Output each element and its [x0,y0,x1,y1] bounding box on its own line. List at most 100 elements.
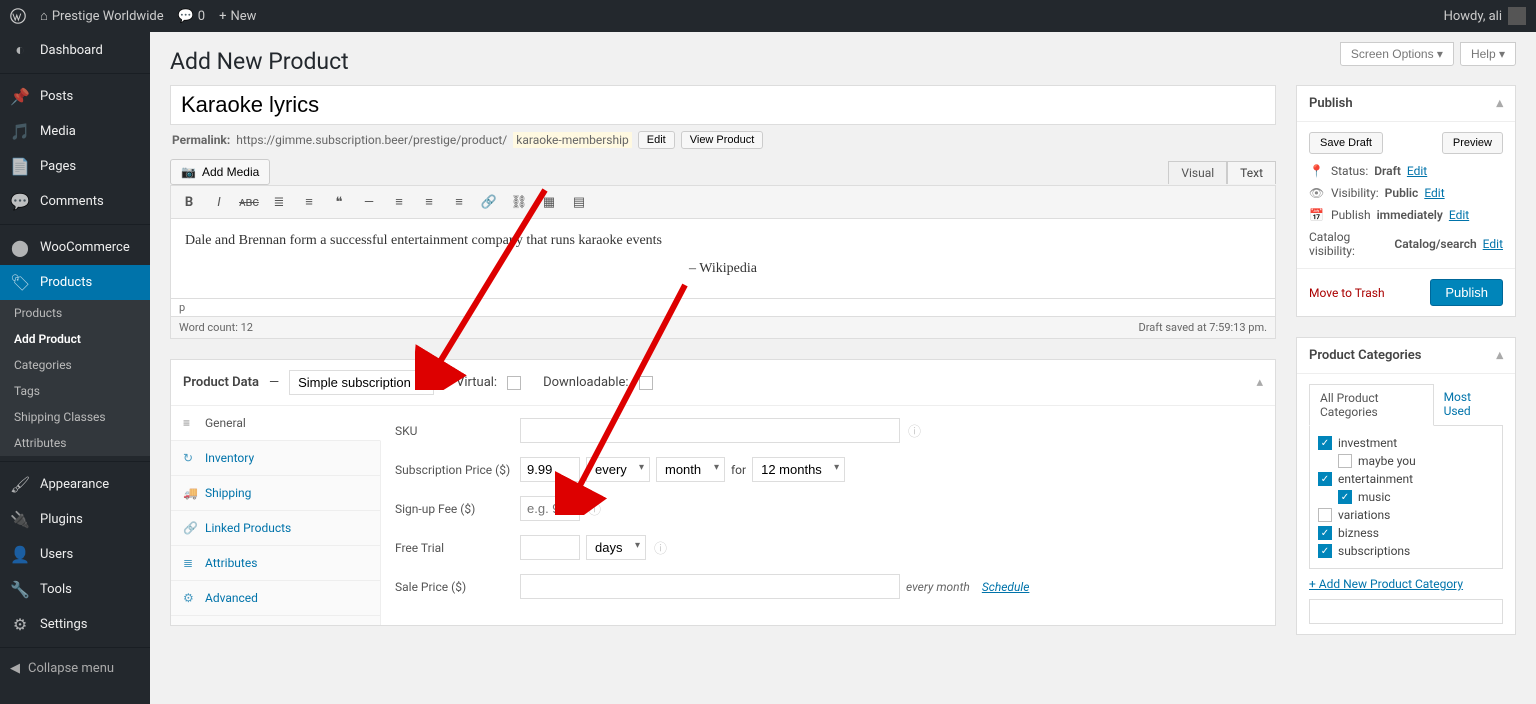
hr-icon[interactable]: — [357,190,381,214]
more-icon[interactable]: ▦ [537,190,561,214]
howdy-user[interactable]: Howdy, ali [1444,7,1526,25]
sidebar-item-appearance[interactable]: 🖌Appearance [0,467,150,502]
category-checkbox[interactable] [1338,490,1352,504]
free-trial-unit-select[interactable]: days [586,535,646,560]
number-list-icon[interactable]: ≡ [297,190,321,214]
add-new-category-link[interactable]: + Add New Product Category [1309,577,1463,591]
virtual-checkbox[interactable] [507,376,521,390]
submenu-categories[interactable]: Categories [0,352,150,378]
pd-tab-attributes[interactable]: ≣Attributes [171,546,380,581]
new-content-link[interactable]: + New [219,9,256,24]
submenu-add-product[interactable]: Add Product [0,326,150,352]
align-right-icon[interactable]: ≡ [447,190,471,214]
pd-tab-linked[interactable]: 🔗Linked Products [171,511,380,546]
link-icon[interactable]: 🔗 [477,190,501,214]
category-item[interactable]: entertainment [1318,470,1494,488]
category-item[interactable]: music [1318,488,1494,506]
category-checkbox[interactable] [1318,508,1332,522]
move-to-trash-link[interactable]: Move to Trash [1309,286,1385,300]
downloadable-checkbox[interactable] [639,376,653,390]
visibility-value: Public [1385,186,1419,200]
submenu-products[interactable]: Products [0,300,150,326]
submenu-tags[interactable]: Tags [0,378,150,404]
sidebar-item-woocommerce[interactable]: ⬤WooCommerce [0,230,150,265]
edit-publish-link[interactable]: Edit [1449,208,1469,222]
category-item[interactable]: maybe you [1318,452,1494,470]
signup-fee-input[interactable] [520,496,580,521]
sidebar-item-media[interactable]: 🎵Media [0,114,150,149]
cat-tab-all[interactable]: All Product Categories [1309,384,1434,426]
toolbar-toggle-icon[interactable]: ▤ [567,190,591,214]
sidebar-item-users[interactable]: 👤Users [0,537,150,572]
category-checkbox[interactable] [1338,454,1352,468]
edit-status-link[interactable]: Edit [1407,164,1427,178]
toggle-panel-icon[interactable]: ▴ [1256,375,1263,390]
help-icon[interactable]: ⓘ [908,421,921,440]
pd-tab-advanced[interactable]: ⚙Advanced [171,581,380,616]
italic-icon[interactable]: I [207,190,231,214]
sidebar-item-comments[interactable]: 💬Comments [0,184,150,219]
category-checkbox[interactable] [1318,436,1332,450]
billing-duration-select[interactable]: 12 months [752,457,845,482]
tab-visual[interactable]: Visual [1168,161,1227,184]
edit-visibility-link[interactable]: Edit [1424,186,1444,200]
wp-logo-icon[interactable] [10,8,26,24]
pd-tab-inventory[interactable]: ↻Inventory [171,441,380,476]
sidebar-item-dashboard[interactable]: ◐Dashboard [0,32,150,68]
product-type-select[interactable]: Simple subscription [289,370,434,395]
toggle-panel-icon[interactable]: ▴ [1496,348,1503,363]
category-item[interactable]: investment [1318,434,1494,452]
sidebar-item-settings[interactable]: ⚙Settings [0,607,150,642]
category-item[interactable]: bizness [1318,524,1494,542]
toggle-panel-icon[interactable]: ▴ [1496,96,1503,111]
sku-input[interactable] [520,418,900,443]
subscription-price-input[interactable] [520,457,580,482]
save-draft-button[interactable]: Save Draft [1309,132,1383,154]
pd-tab-shipping[interactable]: 🚚Shipping [171,476,380,511]
help-button[interactable]: Help ▾ [1460,42,1516,66]
submenu-attributes[interactable]: Attributes [0,430,150,456]
blockquote-icon[interactable]: ❝ [327,190,351,214]
sidebar-item-plugins[interactable]: 🔌Plugins [0,502,150,537]
product-title-input[interactable] [170,85,1276,125]
unlink-icon[interactable]: ⛓ [507,190,531,214]
sidebar-item-pages[interactable]: 📄Pages [0,149,150,184]
category-checkbox[interactable] [1318,526,1332,540]
cat-tab-most-used[interactable]: Most Used [1434,384,1503,425]
view-product-button[interactable]: View Product [681,131,764,149]
help-icon[interactable]: ⓘ [588,499,601,518]
submenu-shipping-classes[interactable]: Shipping Classes [0,404,150,430]
comments-link[interactable]: 💬 0 [178,9,206,24]
free-trial-input[interactable] [520,535,580,560]
pd-tab-general[interactable]: ≡General [171,406,381,441]
align-left-icon[interactable]: ≡ [387,190,411,214]
sidebar-item-products[interactable]: 🏷Products [0,265,150,300]
strike-icon[interactable]: ᴀʙᴄ [237,190,261,214]
editor-content[interactable]: Dale and Brennan form a successful enter… [170,219,1276,299]
category-item[interactable]: subscriptions [1318,542,1494,560]
schedule-link[interactable]: Schedule [982,580,1030,594]
tab-text[interactable]: Text [1227,161,1276,184]
billing-every-select[interactable]: every [586,457,650,482]
help-icon[interactable]: ⓘ [654,538,667,557]
category-checkbox[interactable] [1318,472,1332,486]
publish-button[interactable]: Publish [1430,279,1503,306]
sale-price-input[interactable] [520,574,900,599]
category-checkbox[interactable] [1318,544,1332,558]
sidebar-item-tools[interactable]: 🔧Tools [0,572,150,607]
category-label: variations [1338,508,1390,522]
sidebar-item-posts[interactable]: 📌Posts [0,79,150,114]
new-category-input[interactable] [1309,599,1503,624]
collapse-menu[interactable]: ◀Collapse menu [0,653,150,684]
edit-catalog-link[interactable]: Edit [1483,237,1503,251]
permalink-edit-button[interactable]: Edit [638,131,675,149]
billing-period-select[interactable]: month [656,457,725,482]
site-name-link[interactable]: ⌂ Prestige Worldwide [40,8,164,24]
add-media-button[interactable]: 📷Add Media [170,159,270,185]
align-center-icon[interactable]: ≡ [417,190,441,214]
screen-options-button[interactable]: Screen Options ▾ [1340,42,1454,66]
bold-icon[interactable]: B [177,190,201,214]
bullet-list-icon[interactable]: ≣ [267,190,291,214]
preview-button[interactable]: Preview [1442,132,1503,154]
category-item[interactable]: variations [1318,506,1494,524]
